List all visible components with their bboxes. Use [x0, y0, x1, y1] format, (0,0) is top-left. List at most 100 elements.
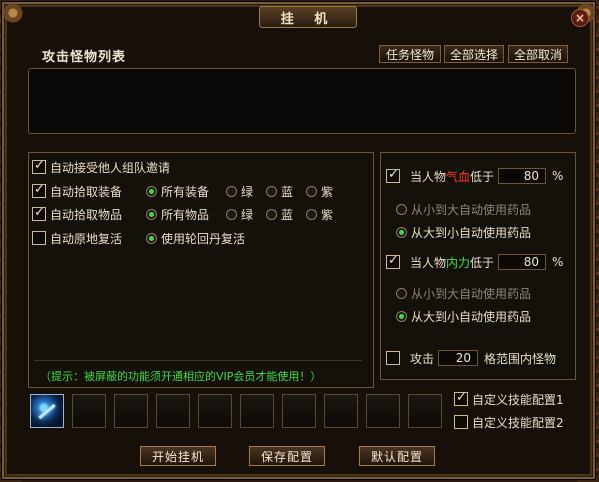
mp-small-to-large[interactable]: 从小到大自动使用药品: [396, 284, 531, 302]
skill-slot-2[interactable]: [72, 394, 106, 428]
item-purple-radio[interactable]: [306, 208, 317, 220]
hp-large-to-small[interactable]: 从大到小自动使用药品: [396, 223, 531, 241]
hp-large-to-small-radio[interactable]: [396, 226, 407, 238]
mp-large-to-small-radio[interactable]: [396, 310, 407, 322]
equip-purple-radio[interactable]: [306, 185, 317, 197]
hp-large-to-small-label: 从大到小自动使用药品: [411, 225, 532, 240]
hp-threshold-checkbox[interactable]: [386, 167, 400, 183]
item-green-radio[interactable]: [226, 208, 237, 220]
hp-stat-label: 气血: [446, 169, 471, 184]
auto-pickup-equip-label: 自动拾取装备: [50, 184, 123, 199]
item-blue-radio[interactable]: [266, 208, 277, 220]
mp-unit: %: [552, 255, 564, 269]
equip-filter-all[interactable]: 所有装备: [146, 182, 209, 200]
equip-all-radio[interactable]: [146, 185, 157, 197]
skill-config-2-checkbox[interactable]: [454, 415, 468, 429]
skill-slot-8[interactable]: [324, 394, 358, 428]
hp-suffix: 低于: [470, 169, 495, 184]
hp-unit: %: [552, 169, 564, 183]
frame-corner-ornament-left: [0, 0, 26, 26]
item-filter-green[interactable]: 绿: [226, 205, 253, 223]
equip-filter-blue[interactable]: 蓝: [266, 182, 293, 200]
mp-threshold-input[interactable]: 80: [498, 254, 547, 270]
revive-option[interactable]: 使用轮回丹复活: [146, 229, 245, 247]
window-title-text: 挂 机: [280, 11, 336, 27]
monster-list-title: 攻击怪物列表: [42, 50, 127, 65]
item-filter-blue[interactable]: 蓝: [266, 205, 293, 223]
item-blue-label: 蓝: [281, 207, 294, 222]
mp-small-to-large-radio[interactable]: [396, 287, 407, 299]
skill-slot-6[interactable]: [240, 394, 274, 428]
item-all-label: 所有物品: [161, 207, 210, 222]
skill-slot-10[interactable]: [408, 394, 442, 428]
skill-config-2-row: 自定义技能配置2: [454, 413, 564, 431]
auto-revive-checkbox[interactable]: [32, 231, 46, 245]
skill-slot-7[interactable]: [282, 394, 316, 428]
auto-pickup-item-row: 自动拾取物品: [32, 205, 122, 223]
window-title: 挂 机: [259, 6, 357, 28]
equip-filter-green[interactable]: 绿: [226, 182, 253, 200]
revive-pill-radio[interactable]: [146, 232, 157, 244]
equip-purple-label: 紫: [321, 184, 334, 199]
attack-range-row: 攻击 20 格范围内怪物: [386, 349, 556, 367]
auto-pickup-equip-checkbox[interactable]: [32, 182, 46, 198]
hp-prefix: 当人物: [410, 169, 447, 184]
mp-threshold-checkbox[interactable]: [386, 253, 400, 269]
mp-stat-label: 内力: [446, 255, 471, 270]
mp-small-to-large-label: 从小到大自动使用药品: [411, 286, 532, 301]
close-button[interactable]: ×: [571, 9, 589, 27]
item-filter-all[interactable]: 所有物品: [146, 205, 209, 223]
skill-config-1-label: 自定义技能配置1: [472, 392, 564, 407]
hp-small-to-large-label: 从小到大自动使用药品: [411, 202, 532, 217]
skill-slot-4[interactable]: [156, 394, 190, 428]
vip-tip-text: （提示：被屏蔽的功能须开通相应的VIP会员才能使用！）: [40, 370, 322, 383]
mp-large-to-small-label: 从大到小自动使用药品: [411, 309, 532, 324]
skill-slot-1[interactable]: [30, 394, 64, 428]
task-monster-button[interactable]: 任务怪物: [379, 45, 441, 63]
skill-slot-3[interactable]: [114, 394, 148, 428]
revive-pill-label: 使用轮回丹复活: [161, 231, 246, 246]
skill-config-1-checkbox[interactable]: [454, 390, 468, 406]
item-green-label: 绿: [241, 207, 254, 222]
auto-accept-team-row: 自动接受他人组队邀请: [32, 158, 170, 176]
auto-pickup-item-label: 自动拾取物品: [50, 207, 123, 222]
skill-config-1-row: 自定义技能配置1: [454, 390, 564, 408]
equip-filter-purple[interactable]: 紫: [306, 182, 333, 200]
equip-green-radio[interactable]: [226, 185, 237, 197]
cancel-all-button[interactable]: 全部取消: [508, 45, 568, 63]
equip-green-label: 绿: [241, 184, 254, 199]
attack-range-prefix: 攻击: [410, 351, 435, 366]
item-all-radio[interactable]: [146, 208, 157, 220]
equip-blue-label: 蓝: [281, 184, 294, 199]
mp-threshold-row: 当人物内力低于 80 %: [386, 253, 563, 271]
mp-large-to-small[interactable]: 从大到小自动使用药品: [396, 307, 531, 325]
auto-pickup-item-checkbox[interactable]: [32, 205, 46, 221]
auto-accept-team-label: 自动接受他人组队邀请: [50, 160, 171, 175]
close-icon: ×: [574, 11, 586, 25]
select-all-button[interactable]: 全部选择: [444, 45, 504, 63]
attack-range-suffix: 格范围内怪物: [484, 351, 557, 366]
hp-small-to-large-radio[interactable]: [396, 203, 407, 215]
hp-threshold-row: 当人物气血低于 80 %: [386, 167, 563, 185]
hp-small-to-large[interactable]: 从小到大自动使用药品: [396, 200, 531, 218]
hp-threshold-input[interactable]: 80: [498, 168, 547, 184]
skill-slot-9[interactable]: [366, 394, 400, 428]
auto-accept-team-checkbox[interactable]: [32, 158, 46, 174]
skill-config-2-label: 自定义技能配置2: [472, 415, 564, 430]
item-filter-purple[interactable]: 紫: [306, 205, 333, 223]
equip-all-label: 所有装备: [161, 184, 210, 199]
attack-range-checkbox[interactable]: [386, 351, 400, 365]
mp-prefix: 当人物: [410, 255, 447, 270]
attack-range-input[interactable]: 20: [438, 350, 479, 366]
monster-list-box[interactable]: [28, 68, 576, 134]
auto-pickup-equip-row: 自动拾取装备: [32, 182, 122, 200]
start-hang-button[interactable]: 开始挂机: [140, 446, 216, 466]
auto-revive-row: 自动原地复活: [32, 229, 122, 247]
default-config-button[interactable]: 默认配置: [359, 446, 435, 466]
equip-blue-radio[interactable]: [266, 185, 277, 197]
item-purple-label: 紫: [321, 207, 334, 222]
auto-revive-label: 自动原地复活: [50, 231, 123, 246]
save-config-button[interactable]: 保存配置: [249, 446, 325, 466]
skill-slot-5[interactable]: [198, 394, 232, 428]
mp-suffix: 低于: [470, 255, 495, 270]
